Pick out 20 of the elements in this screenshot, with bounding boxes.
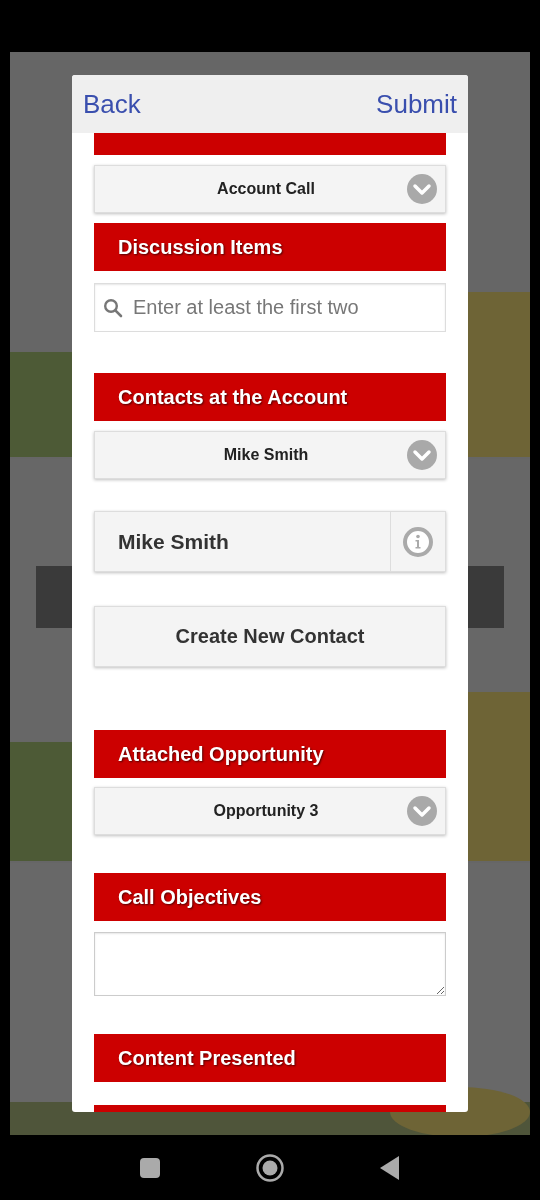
section-header: Attached Opportunity xyxy=(94,730,446,778)
recent-apps-icon[interactable] xyxy=(140,1157,160,1178)
home-icon[interactable] xyxy=(256,1153,284,1182)
back-button[interactable]: Back xyxy=(83,88,141,120)
info-icon xyxy=(403,526,433,557)
search-field[interactable]: Enter at least the first two xyxy=(94,283,446,332)
dropdown[interactable]: Mike Smith xyxy=(94,431,446,479)
chevron-down-icon xyxy=(407,796,437,826)
chevron-down-icon xyxy=(407,440,437,470)
dropdown[interactable]: Opportunity 3 xyxy=(94,787,446,835)
chevron-down-icon xyxy=(407,174,437,204)
dropdown[interactable]: Account Call xyxy=(94,165,446,213)
back-icon[interactable] xyxy=(380,1155,400,1180)
contact-card[interactable]: Mike Smith xyxy=(94,511,446,572)
create-contact-button[interactable]: Create New Contact xyxy=(94,606,446,667)
section-header: Content Presented xyxy=(94,1034,446,1082)
section-header: Call Objectives xyxy=(94,873,446,921)
section-header: Contacts at the Account xyxy=(94,373,446,421)
submit-button[interactable]: Submit xyxy=(376,88,457,120)
section-header: Discussion Items xyxy=(94,223,446,271)
